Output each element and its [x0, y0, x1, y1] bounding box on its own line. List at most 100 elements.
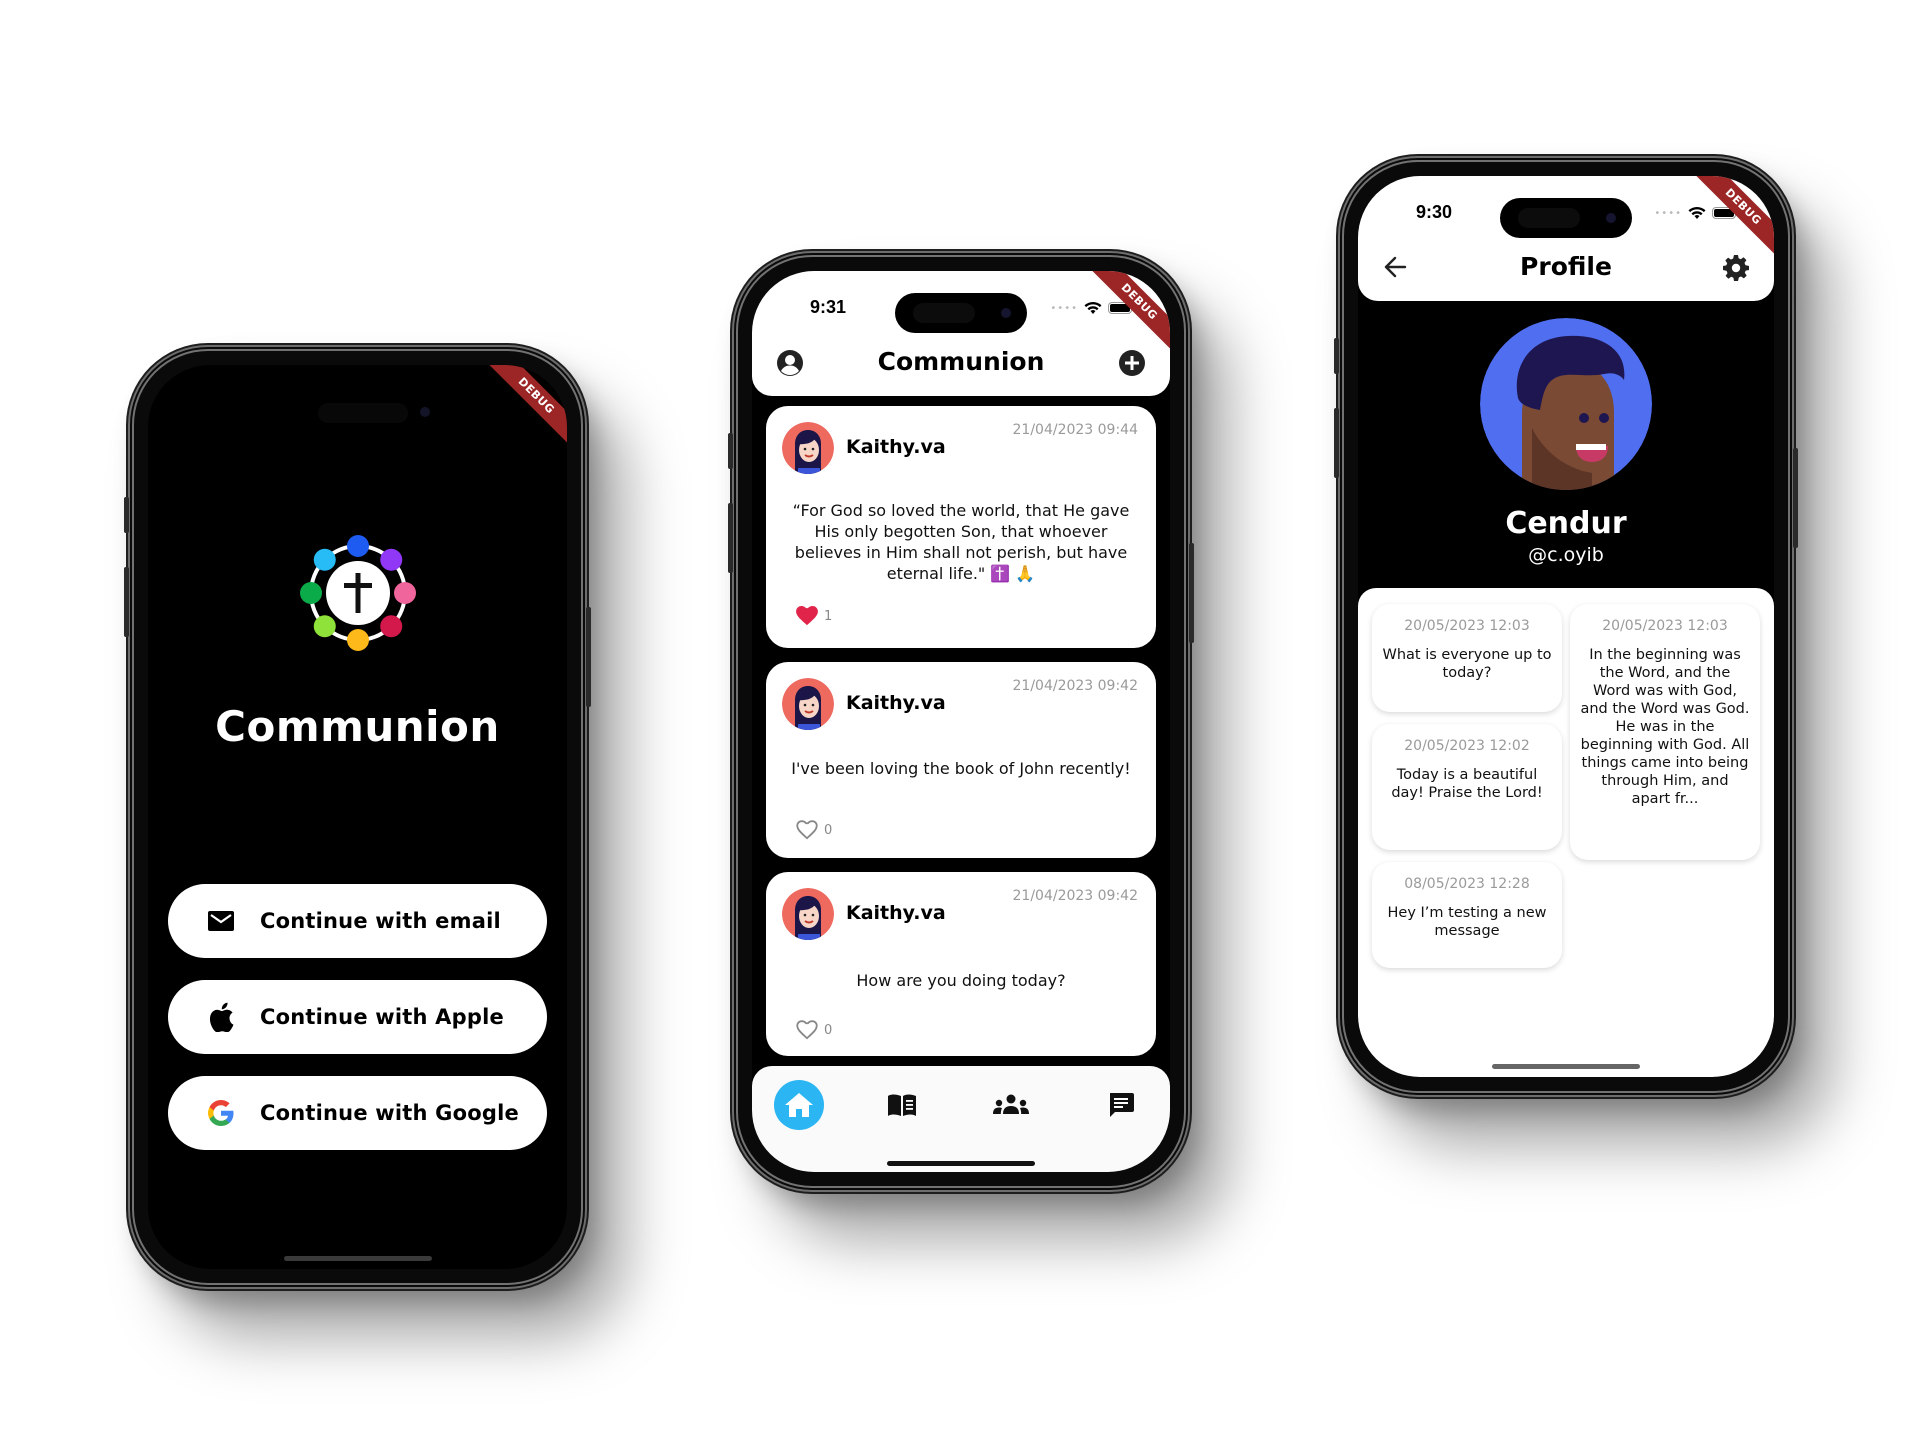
wifi-icon — [1084, 301, 1102, 314]
profile-name: Cendur — [1505, 506, 1627, 541]
nav-messages[interactable] — [1096, 1080, 1146, 1130]
nav-bible[interactable] — [877, 1080, 927, 1130]
envelope-icon — [206, 906, 236, 936]
feed-screen: 9:31 •••• DEBUG Communion Kaithy.va 21/0… — [752, 271, 1170, 1172]
logo-dot — [347, 535, 369, 557]
google-icon — [206, 1098, 236, 1128]
home-indicator[interactable] — [1492, 1064, 1640, 1069]
post-timestamp: 20/05/2023 12:03 — [1404, 618, 1530, 634]
user-post-card[interactable]: 20/05/2023 12:03 In the beginning was th… — [1570, 604, 1760, 860]
logo-dot — [380, 548, 403, 571]
post-timestamp: 08/05/2023 12:28 — [1404, 876, 1530, 892]
post-text: Today is a beautiful day! Praise the Lor… — [1391, 767, 1543, 801]
logo-dot — [380, 615, 403, 638]
app-name: Communion — [215, 702, 500, 751]
side-button — [1334, 338, 1339, 374]
dynamic-island — [1500, 198, 1632, 238]
add-post-icon[interactable] — [1118, 349, 1146, 377]
like-count: 0 — [824, 1022, 833, 1038]
post-card[interactable]: Kaithy.va 21/04/2023 09:44 “For God so l… — [766, 406, 1156, 648]
cross-icon-vertical — [355, 573, 361, 613]
user-post-card[interactable]: 20/05/2023 12:02 Today is a beautiful da… — [1372, 724, 1562, 850]
phone-profile-screen: 9:30 •••• DEBUG Profile Cendur @c.oyib 2… — [1334, 158, 1798, 1095]
front-camera — [420, 407, 430, 417]
user-posts-panel: 20/05/2023 12:03 What is everyone up to … — [1358, 588, 1774, 1077]
button-label: Continue with Google — [260, 1101, 519, 1125]
profile-screen: 9:30 •••• DEBUG Profile Cendur @c.oyib 2… — [1358, 176, 1774, 1077]
phone-feed-screen: 9:31 •••• DEBUG Communion Kaithy.va 21/0… — [728, 253, 1194, 1190]
post-text: Hey I’m testing a new message — [1387, 905, 1547, 939]
like-count: 0 — [824, 822, 833, 838]
status-time: 9:30 — [1416, 202, 1453, 222]
post-timestamp: 21/04/2023 09:42 — [1012, 888, 1139, 904]
post-text: In the beginning was the Word, and the W… — [1580, 647, 1750, 807]
home-indicator[interactable] — [887, 1161, 1035, 1166]
post-timestamp: 20/05/2023 12:03 — [1602, 618, 1728, 634]
volume-up-button — [1334, 408, 1339, 478]
app-bar: 9:31 •••• DEBUG Communion — [752, 271, 1170, 396]
nav-home[interactable] — [774, 1080, 824, 1130]
home-icon — [785, 1093, 813, 1117]
status-icons: •••• — [1050, 301, 1132, 315]
nav-groups[interactable] — [986, 1080, 1036, 1130]
side-button — [728, 433, 733, 469]
post-body: “For God so loved the world, that He gav… — [792, 501, 1130, 583]
volume-up-button — [728, 503, 733, 573]
logo-dot — [347, 629, 369, 651]
like-button[interactable]: 0 — [796, 820, 832, 840]
post-text: What is everyone up to today? — [1382, 647, 1552, 681]
post-username[interactable]: Kaithy.va — [846, 436, 946, 458]
logo-dot — [394, 582, 416, 604]
heart-outline-icon — [796, 820, 818, 840]
settings-gear-icon[interactable] — [1722, 254, 1750, 282]
post-timestamp: 21/04/2023 09:42 — [1012, 678, 1139, 694]
like-button[interactable]: 0 — [796, 1020, 832, 1040]
app-bar: 9:30 •••• DEBUG Profile — [1358, 176, 1774, 301]
button-label: Continue with Apple — [260, 1005, 504, 1029]
post-username[interactable]: Kaithy.va — [846, 902, 946, 924]
page-title: Communion — [877, 347, 1045, 376]
phone-login-screen: DEBUG Communion Continue with email Cont… — [124, 347, 591, 1287]
volume-up-button — [124, 567, 129, 637]
app-logo — [300, 535, 416, 651]
dynamic-island — [318, 403, 408, 423]
debug-banner: DEBUG — [482, 365, 567, 450]
chat-icon — [1110, 1093, 1134, 1117]
user-avatar[interactable] — [782, 678, 834, 730]
book-icon — [888, 1094, 916, 1116]
status-time: 9:31 — [810, 297, 847, 317]
continue-with-google-button[interactable]: Continue with Google — [168, 1076, 547, 1150]
profile-handle: @c.oyib — [1528, 544, 1604, 566]
post-body: I've been loving the book of John recent… — [791, 759, 1131, 778]
power-button — [1793, 448, 1798, 548]
heart-outline-icon — [796, 1020, 818, 1040]
bottom-navigation — [752, 1066, 1170, 1172]
home-indicator[interactable] — [283, 1256, 432, 1261]
signal-icon: •••• — [1654, 207, 1682, 219]
post-timestamp: 21/04/2023 09:44 — [1012, 422, 1139, 438]
wifi-icon — [1688, 206, 1706, 219]
dynamic-island — [895, 293, 1027, 333]
logo-dot — [300, 582, 322, 604]
user-avatar[interactable] — [782, 888, 834, 940]
post-card[interactable]: Kaithy.va 21/04/2023 09:42 I've been lov… — [766, 662, 1156, 858]
power-button — [586, 607, 591, 707]
groups-icon — [993, 1094, 1029, 1114]
like-button[interactable]: 1 — [796, 606, 832, 626]
button-label: Continue with email — [260, 909, 501, 933]
continue-with-apple-button[interactable]: Continue with Apple — [168, 980, 547, 1054]
heart-filled-icon — [796, 606, 818, 626]
user-avatar[interactable] — [782, 422, 834, 474]
login-screen: DEBUG Communion Continue with email Cont… — [148, 365, 567, 1269]
continue-with-email-button[interactable]: Continue with email — [168, 884, 547, 958]
like-count: 1 — [824, 608, 833, 624]
power-button — [1189, 543, 1194, 643]
user-post-card[interactable]: 20/05/2023 12:03 What is everyone up to … — [1372, 604, 1562, 712]
status-icons: •••• — [1654, 206, 1736, 220]
post-username[interactable]: Kaithy.va — [846, 692, 946, 714]
post-card[interactable]: Kaithy.va 21/04/2023 09:42 How are you d… — [766, 872, 1156, 1056]
user-post-card[interactable]: 08/05/2023 12:28 Hey I’m testing a new m… — [1372, 862, 1562, 968]
profile-avatar[interactable] — [1480, 318, 1652, 490]
cross-icon-horizontal — [344, 583, 372, 588]
post-body: How are you doing today? — [856, 971, 1066, 990]
